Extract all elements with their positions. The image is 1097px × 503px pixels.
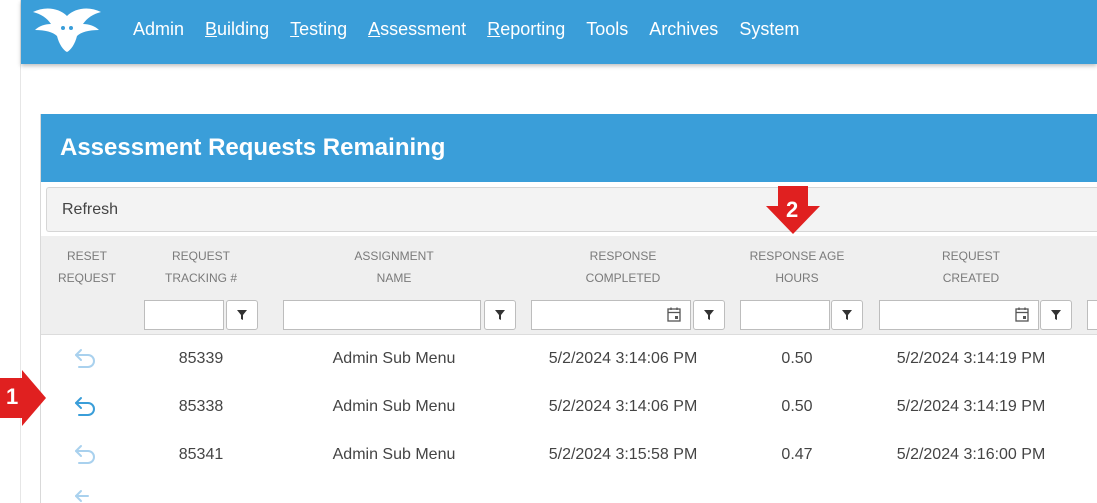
assignment-filter-input[interactable] <box>283 300 481 330</box>
filter-icon <box>704 310 714 320</box>
completed-filter-button[interactable] <box>693 300 725 330</box>
response-age-cell: 0.50 <box>781 350 813 367</box>
assignment-filter-button[interactable] <box>484 300 516 330</box>
menu-archives[interactable]: Archives <box>649 19 718 40</box>
filter-icon <box>495 310 505 320</box>
request-created-cell: 5/2/2024 3:14:19 PM <box>896 398 1046 415</box>
response-age-cell: 0.50 <box>781 398 813 415</box>
menu-building[interactable]: Building <box>205 19 269 40</box>
table-row-partial <box>41 479 1097 503</box>
annotation-marker-1: 1 <box>0 370 48 431</box>
owl-logo-icon <box>33 8 101 52</box>
panel-title: Assessment Requests Remaining <box>60 134 446 161</box>
response-completed-cell: 5/2/2024 3:15:58 PM <box>548 446 698 463</box>
main-menu: Admin Building Testing Assessment Report… <box>133 0 820 58</box>
next-column-filter-input[interactable] <box>1087 300 1097 330</box>
filter-icon <box>237 310 247 320</box>
marker-2-label: 2 <box>786 197 799 222</box>
grid-header: RESET REQUEST REQUEST TRACKING # ASSIGNMEN… <box>41 236 1097 288</box>
age-filter-input[interactable] <box>740 300 830 330</box>
column-header-tracking[interactable]: REQUEST TRACKING # <box>141 245 261 289</box>
filter-icon <box>842 310 852 320</box>
tracking-filter-button[interactable] <box>226 300 258 330</box>
assignment-name-cell: Admin Sub Menu <box>332 446 456 463</box>
menu-admin[interactable]: Admin <box>133 19 184 40</box>
response-completed-cell: 5/2/2024 3:14:06 PM <box>548 398 698 415</box>
menu-testing[interactable]: Testing <box>290 19 347 40</box>
request-created-cell: 5/2/2024 3:16:00 PM <box>896 446 1046 463</box>
menu-assessment[interactable]: Assessment <box>368 19 466 40</box>
filter-icon <box>1051 310 1061 320</box>
menu-tools[interactable]: Tools <box>586 19 628 40</box>
table-row: 85338 Admin Sub Menu 5/2/2024 3:14:06 PM… <box>41 383 1097 432</box>
tracking-cell: 85341 <box>178 446 224 463</box>
top-nav-bar: Admin Building Testing Assessment Report… <box>21 0 1097 64</box>
column-header-reset-request[interactable]: RESET REQUEST <box>41 245 133 289</box>
assignment-name-cell: Admin Sub Menu <box>332 350 456 367</box>
reset-request-icon[interactable] <box>73 444 97 466</box>
annotation-marker-2: 2 <box>766 186 820 239</box>
marker-1-label: 1 <box>6 384 19 409</box>
request-created-cell: 5/2/2024 3:14:19 PM <box>896 350 1046 367</box>
assessment-requests-panel: Assessment Requests Remaining Refresh RE… <box>40 114 1097 503</box>
created-filter-button[interactable] <box>1040 300 1072 330</box>
panel-header: Assessment Requests Remaining <box>41 114 1097 182</box>
response-age-cell: 0.47 <box>781 446 813 463</box>
column-header-response-completed[interactable]: RESPONSE COMPLETED <box>531 245 715 289</box>
reset-request-icon[interactable] <box>73 396 97 418</box>
table-row: 85339 Admin Sub Menu 5/2/2024 3:14:06 PM… <box>41 335 1097 384</box>
filter-row <box>41 288 1097 335</box>
menu-reporting[interactable]: Reporting <box>487 19 565 40</box>
calendar-icon[interactable] <box>667 307 681 322</box>
tracking-cell: 85338 <box>178 398 224 415</box>
table-row: 85341 Admin Sub Menu 5/2/2024 3:15:58 PM… <box>41 431 1097 480</box>
calendar-icon[interactable] <box>1015 307 1029 322</box>
age-filter-button[interactable] <box>831 300 863 330</box>
column-header-response-age[interactable]: RESPONSE AGE HOURS <box>737 245 857 289</box>
assignment-name-cell: Admin Sub Menu <box>332 398 456 415</box>
tracking-cell: 85339 <box>178 350 224 367</box>
refresh-button[interactable]: Refresh <box>47 188 133 231</box>
column-header-request-created[interactable]: REQUEST CREATED <box>879 245 1063 289</box>
reset-request-icon[interactable] <box>73 489 97 503</box>
tracking-filter-input[interactable] <box>144 300 224 330</box>
response-completed-cell: 5/2/2024 3:14:06 PM <box>548 350 698 367</box>
grid-toolbar: Refresh <box>46 187 1097 232</box>
column-header-assignment-name[interactable]: ASSIGNMENT NAME <box>284 245 504 289</box>
reset-request-icon[interactable] <box>73 348 97 370</box>
menu-system[interactable]: System <box>739 19 799 40</box>
